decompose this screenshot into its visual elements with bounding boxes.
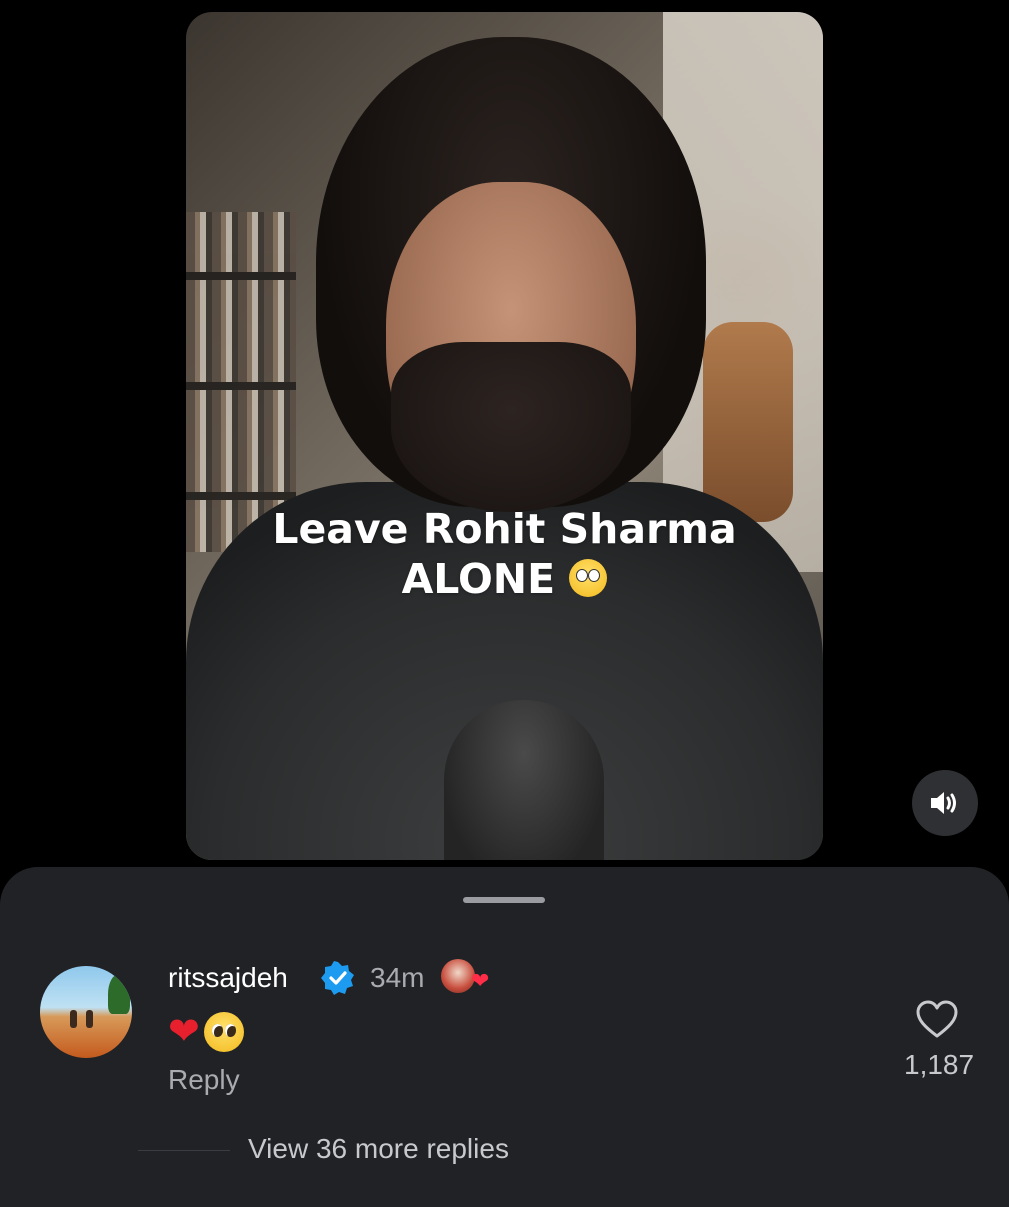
face-with-rolling-eyes-emoji [569,559,608,597]
comment-like-count: 1,187 [904,1049,975,1080]
comment-username[interactable]: ritssajdeh [168,962,288,994]
video-bookshelf [186,212,296,552]
replies-divider [138,1150,230,1151]
video-chair [703,322,793,522]
caption-line-2: ALONE [401,555,556,603]
view-more-replies-button[interactable]: View 36 more replies [248,1133,509,1165]
comments-sheet: ritssajdeh 34m ❤ ❤ Reply 1,187 View 36 m… [0,867,1009,1207]
liked-by-creator-avatar [441,959,475,993]
speaker-icon [931,792,956,814]
verified-badge-icon [321,961,354,995]
creator-like-heart-icon: ❤ [471,968,490,993]
pleading-face-emoji [203,1012,244,1052]
video-microphone [444,700,604,860]
heart-outline-icon[interactable] [915,999,959,1039]
reel-video[interactable]: Leave Rohit Sharma ALONE [186,12,823,860]
video-person-beard [391,342,631,512]
avatar[interactable] [40,966,132,1058]
caption-line-1: Leave Rohit Sharma [272,505,737,553]
video-caption: Leave Rohit Sharma ALONE [186,504,823,604]
reply-button[interactable]: Reply [168,1064,240,1096]
comment-timestamp: 34m [370,962,425,993]
sheet-drag-handle[interactable] [463,897,545,903]
comment-body: ❤ [168,1012,244,1052]
sound-toggle-button[interactable] [912,770,978,836]
red-heart-emoji: ❤ [168,1011,200,1053]
